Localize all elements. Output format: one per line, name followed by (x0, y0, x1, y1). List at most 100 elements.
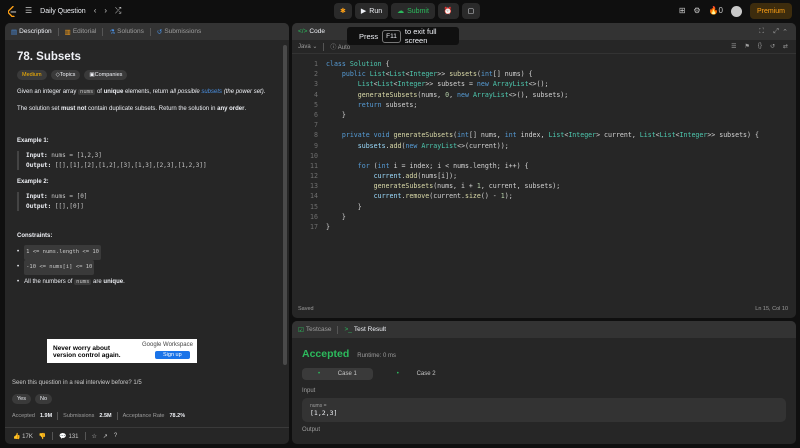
code-line: 16 } (310, 212, 346, 221)
bold-text: unique (103, 279, 124, 285)
tab-editorial[interactable]: ▥ Editorial (65, 28, 97, 36)
ad-line: version control again. (53, 352, 121, 359)
fullscreen-toast: Press F11 to exit full screen (347, 27, 459, 45)
stat-value: 78.2% (169, 413, 186, 419)
help-icon[interactable]: ? (114, 433, 117, 439)
divider (116, 412, 118, 420)
topics-label: Topics (59, 72, 76, 78)
result-tabs: ☑ Testcase >_ Test Result (292, 321, 796, 338)
value: [[],[0]] (51, 202, 84, 210)
toast-text: to exit full screen (404, 27, 437, 45)
run-button[interactable]: ▶ Run (354, 3, 389, 19)
tab-testcase[interactable]: ☑ Testcase (298, 326, 331, 334)
braces-icon[interactable]: {} (758, 43, 762, 50)
save-status: Saved (298, 306, 314, 312)
streak-icon[interactable]: 🔥0 (709, 0, 723, 22)
result-status: Accepted (302, 348, 350, 360)
prev-problem-icon[interactable]: ‹ (94, 0, 97, 22)
stat-label: Submissions (63, 413, 95, 419)
fullscreen-icon[interactable]: ⤢ (773, 28, 779, 36)
tab-label: Description (19, 28, 52, 35)
streak-count: 0 (718, 6, 723, 15)
problem-stats: Accepted 1.9M Submissions 2.5M Acceptance … (12, 412, 185, 420)
notes-button[interactable]: ▢ (461, 3, 481, 19)
case-tab-1[interactable]: • Case 1 (302, 368, 373, 380)
example-input: Input: nums = [0] (26, 192, 277, 202)
submit-label: Submit (407, 7, 429, 15)
tab-code[interactable]: </> Code (298, 28, 325, 35)
shuffle-icon[interactable]: ⤮ (115, 0, 121, 22)
debug-button[interactable]: ✱ (334, 3, 352, 19)
input-label: Input (302, 388, 316, 394)
code-editor[interactable]: 1 class Solution { 2 public List<List<Int… (292, 59, 796, 232)
runtime: Runtime: 0 ms (357, 353, 396, 359)
like-button[interactable]: 👍 17K (13, 433, 33, 440)
ad-headline: Never worry about version control again. (53, 345, 121, 359)
premium-button[interactable]: Premium (749, 3, 792, 19)
leetcode-logo-icon[interactable] (8, 5, 17, 17)
toast-key: F11 (382, 29, 401, 43)
comments-button[interactable]: 💬 131 (59, 433, 78, 440)
expand-icon[interactable]: ⌃ (782, 28, 788, 36)
code-line: 11 for (int i = index; i < nums.length; … (310, 161, 529, 170)
problem-list-icon[interactable]: ☰ (25, 0, 32, 22)
reset-icon[interactable]: ↺ (770, 43, 775, 50)
settings-icon[interactable]: ⚙ (693, 0, 700, 22)
stat-label: Acceptance Rate (122, 413, 165, 419)
tab-submissions[interactable]: ↺ Submissions (157, 28, 201, 36)
like-count: 17K (22, 433, 33, 440)
text: of (95, 89, 104, 95)
text: elements, return (123, 89, 170, 95)
dislike-button[interactable]: 👎 (39, 433, 46, 440)
divider (337, 325, 339, 334)
format-icon[interactable]: ⇄ (783, 43, 788, 50)
editor-actions: ☰ ⚑ {} ↺ ⇄ (731, 43, 788, 50)
yes-button[interactable]: Yes (12, 394, 31, 404)
example-output: Output: [[],[0]] (26, 202, 277, 212)
tab-description[interactable]: ▤ Description (11, 28, 52, 36)
timer-button[interactable]: ⏰ (437, 3, 459, 19)
flask-icon: ⚗ (109, 28, 116, 36)
italic-text: (the power set). (222, 89, 266, 95)
text: Given an integer array (17, 89, 79, 95)
code-line: 3 List<List<Integer>> subsets = new Arra… (314, 80, 549, 89)
notes-icon[interactable]: ☰ (731, 43, 736, 50)
bookmark-icon[interactable]: ⚑ (745, 43, 750, 50)
dot-icon: • (396, 371, 401, 377)
input-box: nums = [1,2,3] (302, 398, 786, 422)
doc-icon: ▤ (11, 28, 18, 36)
text: are (91, 279, 104, 285)
description-scrollbar[interactable] (283, 45, 287, 365)
favorite-icon[interactable]: ☆ (92, 433, 97, 440)
book-icon: ▥ (64, 28, 71, 36)
topics-tag[interactable]: ◇ Topics (50, 70, 81, 80)
variable-value: [1,2,3] (310, 409, 338, 417)
layout-icon[interactable]: ⊞ (679, 0, 686, 22)
submit-button[interactable]: ☁ Submit (391, 3, 435, 19)
example-input: Input: nums = [1,2,3] (26, 151, 277, 161)
problem-title[interactable]: 78. Subsets (17, 51, 277, 63)
description-footer: 👍 17K 👎 💬 131 ☆ ↗ ? (5, 427, 289, 444)
advertisement[interactable]: Never worry about version control again. … (47, 339, 197, 363)
ad-signup-button[interactable]: Sign up (155, 351, 190, 359)
text: contain duplicate subsets. Return the so… (86, 106, 218, 112)
lock-icon: ⓘ (330, 45, 337, 51)
next-problem-icon[interactable]: › (104, 0, 107, 22)
share-icon[interactable]: ↗ (103, 433, 108, 440)
maximize-icon[interactable]: ⛶ (759, 28, 764, 36)
label: Input: (26, 193, 48, 200)
label: Input: (26, 152, 48, 159)
tab-test-result[interactable]: >_ Test Result (344, 326, 386, 333)
subsets-link[interactable]: subsets (200, 89, 222, 95)
daily-question-title[interactable]: Daily Question (40, 8, 86, 15)
tab-solutions[interactable]: ⚗ Solutions (109, 28, 144, 36)
case-tab-2[interactable]: • Case 2 (381, 368, 452, 380)
italic-text: all possible (169, 89, 200, 95)
language-select[interactable]: Java ⌄ (298, 43, 317, 50)
difficulty-badge: Medium (17, 70, 47, 80)
no-button[interactable]: No (34, 394, 53, 404)
avatar[interactable] (730, 5, 742, 17)
example-heading: Example 1: (17, 138, 49, 144)
interview-question: Seen this question in a real interview b… (12, 380, 142, 386)
companies-tag[interactable]: ▣ Companies (84, 70, 128, 80)
